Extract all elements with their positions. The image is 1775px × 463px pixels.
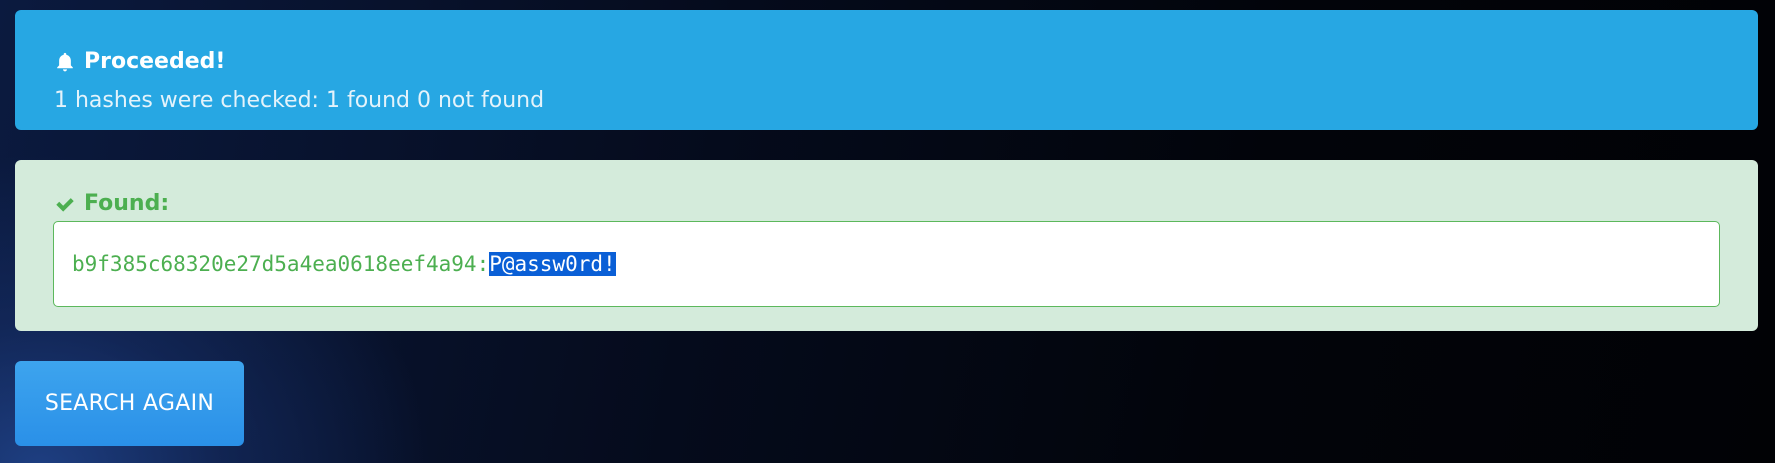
- check-icon: [56, 198, 74, 212]
- hash-separator: :: [476, 252, 490, 276]
- result-line[interactable]: b9f385c68320e27d5a4ea0618eef4a94:P@assw0…: [72, 250, 616, 278]
- found-alert-title-row: Found:: [54, 189, 169, 219]
- hash-value[interactable]: b9f385c68320e27d5a4ea0618eef4a94: [72, 252, 477, 276]
- found-alert: Found: b9f385c68320e27d5a4ea0618eef4a94:…: [15, 160, 1758, 331]
- info-alert-title: Proceeded!: [84, 49, 226, 74]
- search-again-button[interactable]: SEARCH AGAIN: [15, 361, 244, 446]
- bell-icon: [57, 52, 73, 72]
- info-alert-title-row: Proceeded!: [54, 47, 225, 77]
- result-output-box[interactable]: b9f385c68320e27d5a4ea0618eef4a94:P@assw0…: [53, 221, 1720, 307]
- info-alert: Proceeded! 1 hashes were checked: 1 foun…: [15, 10, 1758, 130]
- password-value-selected[interactable]: P@assw0rd!: [489, 252, 616, 276]
- info-alert-message: 1 hashes were checked: 1 found 0 not fou…: [54, 88, 545, 113]
- found-alert-title: Found:: [84, 191, 170, 216]
